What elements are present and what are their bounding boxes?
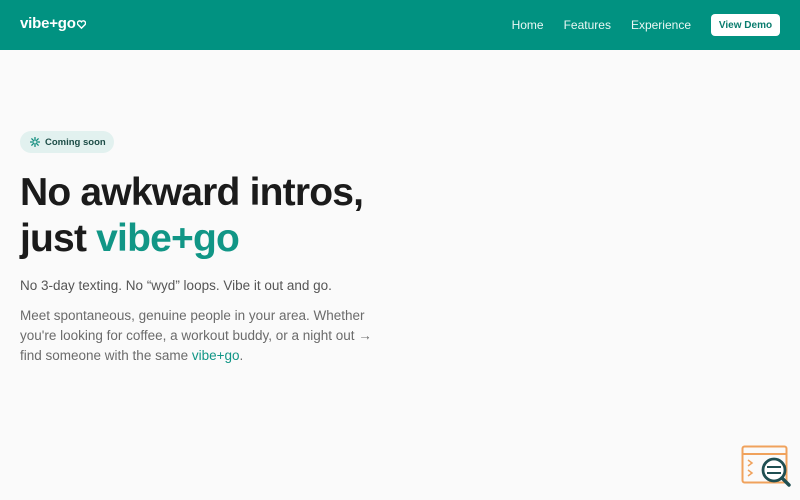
headline-line-1: No awkward intros, [20, 171, 364, 214]
sparkle-icon [30, 137, 40, 147]
search-window-icon [741, 445, 791, 487]
nav-links: Home Features Experience [512, 18, 691, 32]
headline-line-2-prefix: just [20, 217, 97, 260]
top-navbar: vibe+go Home Features Experience View De… [0, 0, 800, 50]
view-demo-button[interactable]: View Demo [711, 14, 780, 36]
search-window-widget[interactable] [741, 445, 791, 489]
hero-headline: No awkward intros, just vibe+go [20, 170, 364, 262]
nav-link-features[interactable]: Features [564, 18, 611, 32]
nav-link-home[interactable]: Home [512, 18, 544, 32]
badge-label: Coming soon [45, 136, 106, 148]
heart-icon [76, 20, 86, 29]
description-accent: vibe+go [191, 348, 240, 363]
hero-description: Meet spontaneous, genuine people in your… [20, 306, 392, 366]
nav-link-experience[interactable]: Experience [631, 18, 691, 32]
description-end: . [239, 348, 244, 363]
headline-accent: vibe+go [96, 217, 240, 260]
brand-logo-text: vibe+go [20, 15, 76, 32]
coming-soon-badge: Coming soon [20, 131, 114, 153]
hero-tagline: No 3-day texting. No “wyd” loops. Vibe i… [20, 278, 332, 293]
brand-logo[interactable]: vibe+go [20, 15, 86, 32]
